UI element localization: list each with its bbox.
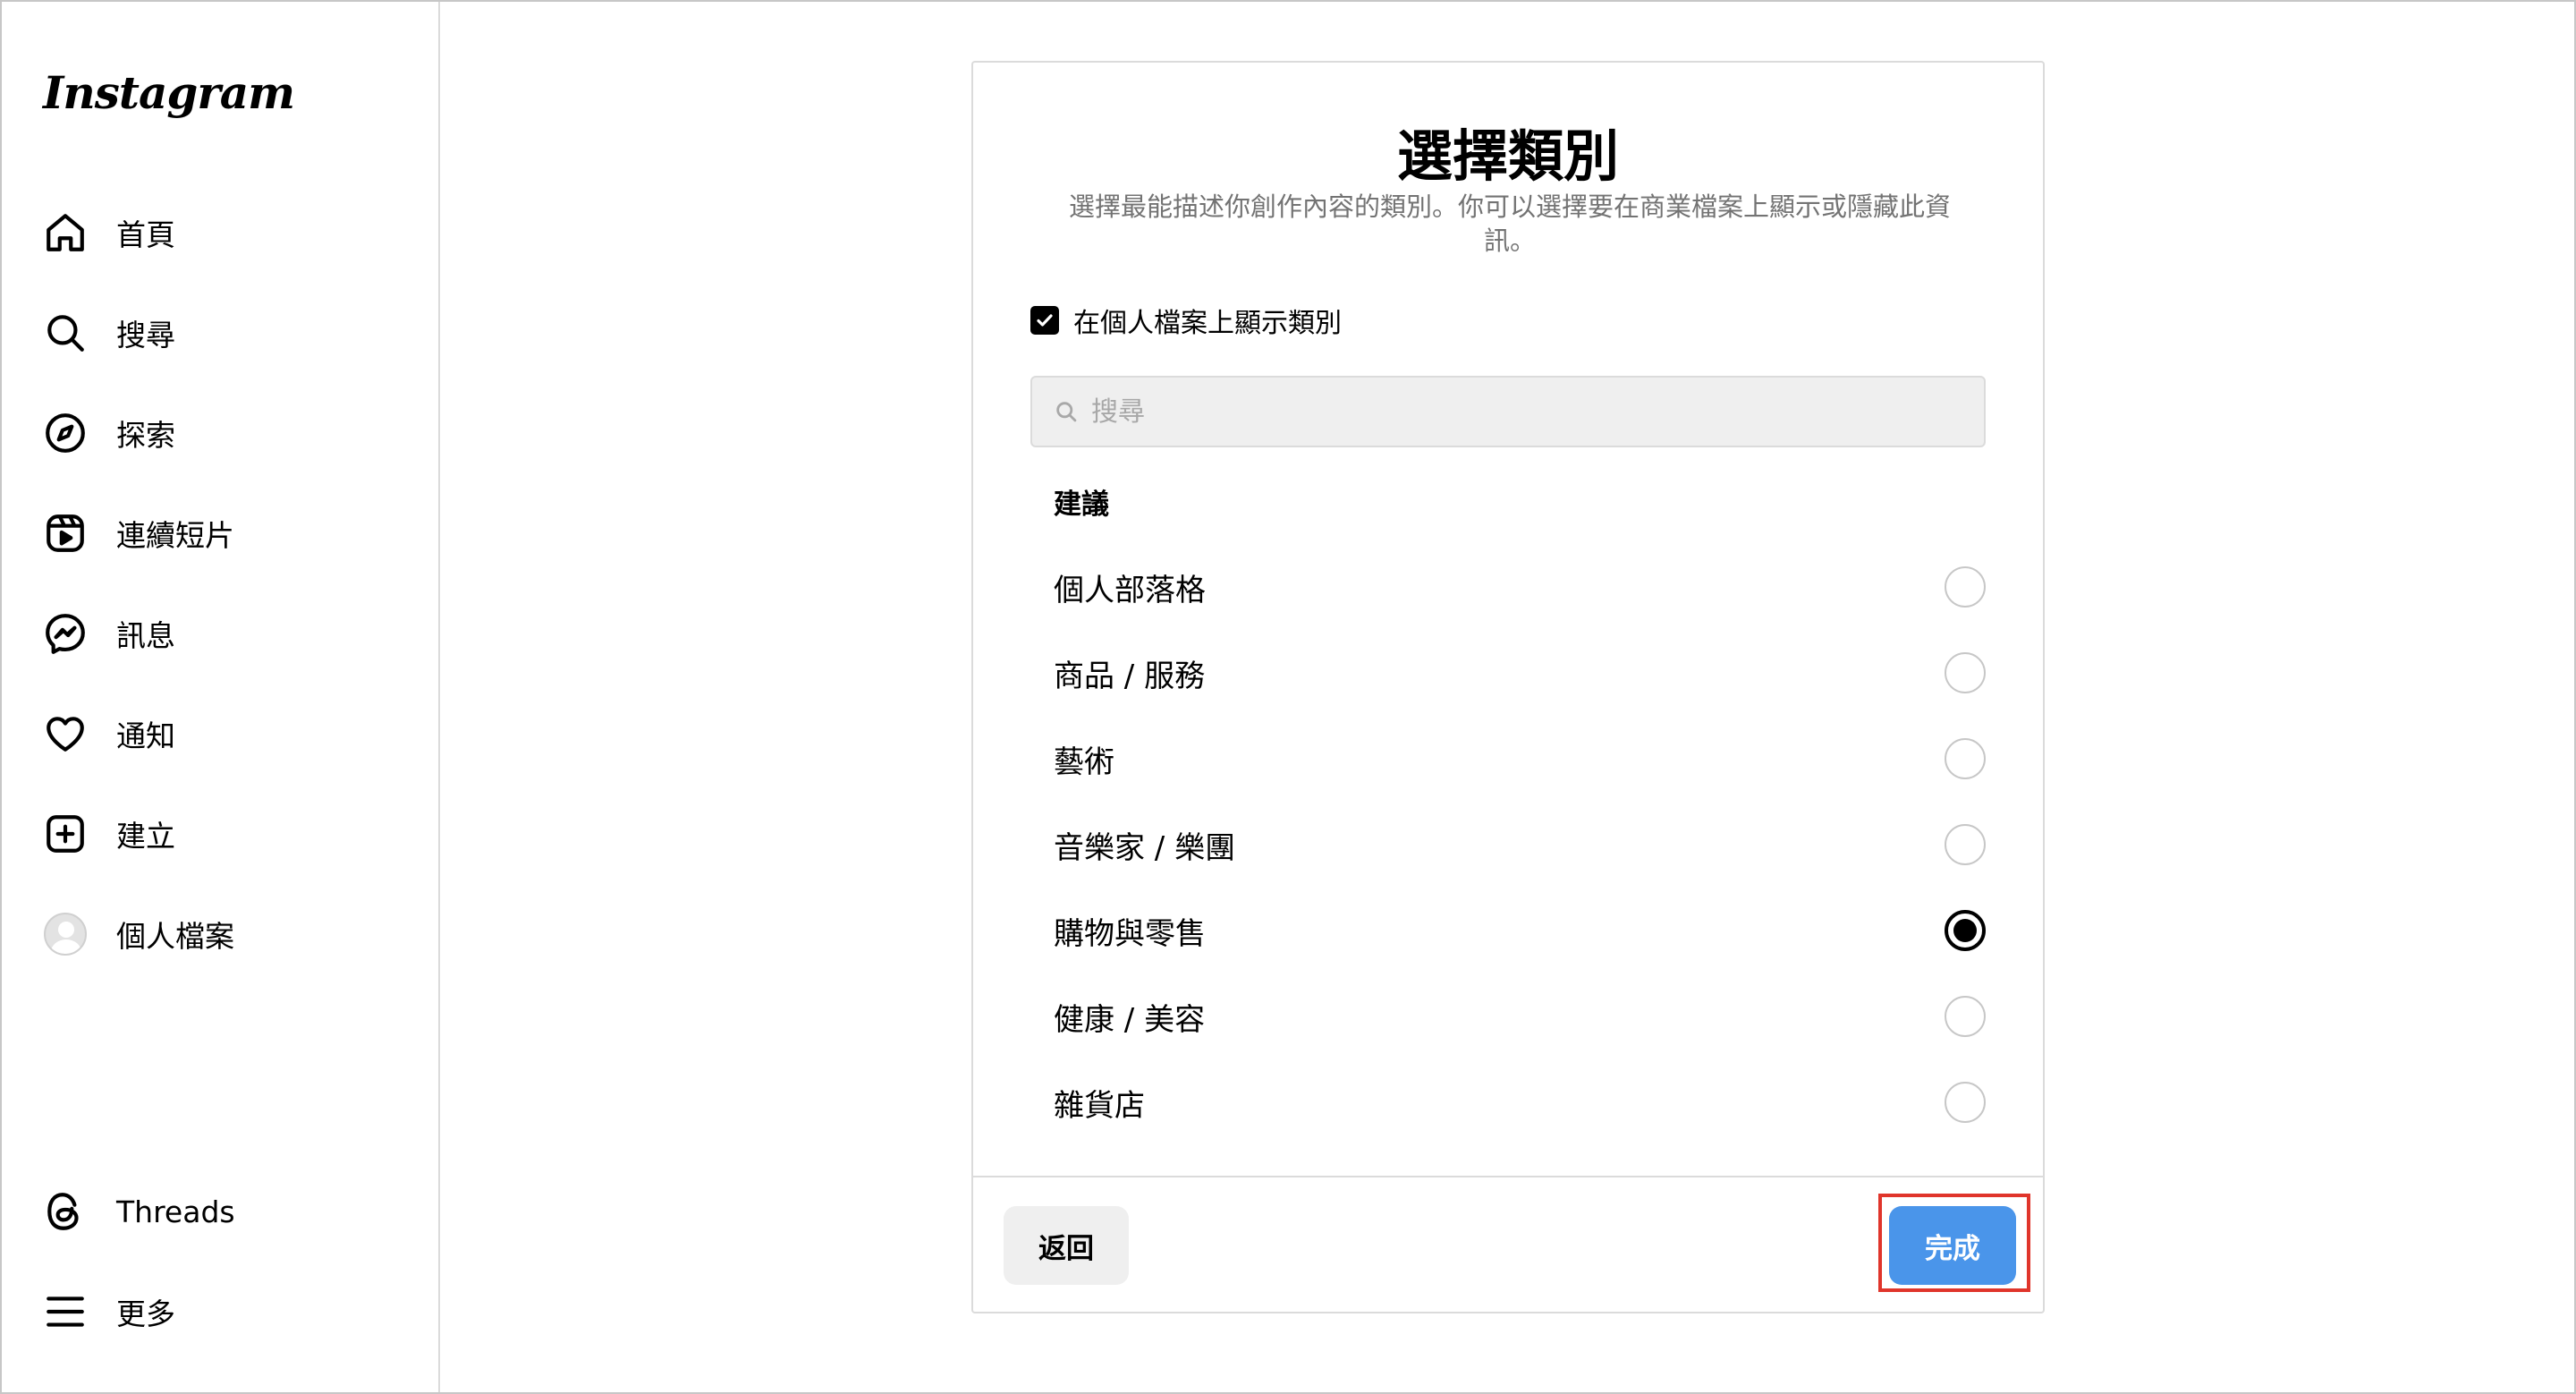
sidebar-item-messages[interactable]: 訊息 [41, 601, 417, 666]
category-option-label: 雜貨店 [1054, 1087, 1145, 1124]
category-radio[interactable] [1945, 652, 1986, 693]
category-option[interactable]: 音樂家 / 樂團 [1054, 809, 1986, 880]
sidebar: Instagram 首頁 搜尋 探索 連續短片 訊息 通知 建立 個人檔案 Th… [2, 2, 440, 1392]
sidebar-item-label: 更多 [116, 1296, 175, 1331]
menu-icon [41, 1288, 89, 1336]
home-icon [41, 208, 89, 257]
messenger-icon [41, 609, 89, 658]
category-radio[interactable] [1945, 566, 1986, 608]
show-category-toggle[interactable]: 在個人檔案上顯示類別 [1030, 301, 1342, 340]
category-option[interactable]: 健康 / 美容 [1054, 981, 1986, 1052]
sidebar-item-more[interactable]: 更多 [41, 1279, 417, 1344]
sidebar-item-search[interactable]: 搜尋 [41, 301, 417, 365]
category-radio[interactable] [1945, 910, 1986, 951]
plus-square-icon [41, 810, 89, 858]
threads-icon [41, 1187, 89, 1236]
sidebar-item-profile[interactable]: 個人檔案 [41, 902, 417, 966]
category-option-label: 個人部落格 [1054, 572, 1206, 608]
back-button[interactable]: 返回 [1004, 1206, 1129, 1285]
category-option-label: 商品 / 服務 [1054, 658, 1206, 694]
category-radio[interactable] [1945, 738, 1986, 779]
category-option-label: 音樂家 / 樂團 [1054, 829, 1236, 866]
sidebar-item-reels[interactable]: 連續短片 [41, 501, 417, 565]
sidebar-item-label: 連續短片 [116, 518, 234, 553]
sidebar-item-create[interactable]: 建立 [41, 802, 417, 866]
category-option[interactable]: 個人部落格 [1054, 551, 1986, 623]
sidebar-item-label: 通知 [116, 718, 175, 753]
category-option[interactable]: 商品 / 服務 [1054, 637, 1986, 709]
category-option[interactable]: 雜貨店 [1054, 1067, 1986, 1138]
sidebar-item-home[interactable]: 首頁 [41, 200, 417, 265]
category-option-label: 藝術 [1054, 744, 1114, 780]
select-category-dialog: 選擇類別 選擇最能描述你創作內容的類別。你可以選擇要在商業檔案上顯示或隱藏此資訊… [971, 61, 2045, 1313]
avatar [44, 913, 87, 956]
category-search-input[interactable] [1091, 395, 1950, 428]
footer-divider [973, 1176, 2043, 1177]
category-search-box[interactable] [1030, 376, 1986, 447]
category-radio[interactable] [1945, 1082, 1986, 1123]
app-window: Instagram 首頁 搜尋 探索 連續短片 訊息 通知 建立 個人檔案 Th… [0, 0, 2576, 1394]
sidebar-item-explore[interactable]: 探索 [41, 401, 417, 465]
category-option-label: 購物與零售 [1054, 915, 1206, 952]
category-option[interactable]: 藝術 [1054, 723, 1986, 795]
sidebar-item-label: 搜尋 [116, 318, 175, 353]
suggestions-heading: 建議 [1054, 489, 1109, 521]
category-radio[interactable] [1945, 996, 1986, 1037]
instagram-logo[interactable]: Instagram [43, 66, 295, 119]
sidebar-item-label: Threads [116, 1194, 235, 1229]
category-option-label: 健康 / 美容 [1054, 1001, 1206, 1038]
done-button[interactable]: 完成 [1889, 1206, 2016, 1285]
sidebar-item-label: 首頁 [116, 217, 175, 252]
category-radio[interactable] [1945, 824, 1986, 865]
dialog-title: 選擇類別 [1396, 123, 1619, 189]
sidebar-item-label: 探索 [116, 418, 175, 453]
avatar-icon [41, 910, 89, 958]
category-option[interactable]: 購物與零售 [1054, 895, 1986, 966]
show-category-label: 在個人檔案上顯示類別 [1073, 308, 1342, 339]
search-icon [1056, 402, 1077, 422]
reels-icon [41, 509, 89, 557]
heart-icon [41, 710, 89, 758]
sidebar-item-label: 建立 [116, 819, 175, 854]
checkmark-icon [1037, 314, 1053, 327]
sidebar-item-threads[interactable]: Threads [41, 1179, 417, 1244]
dialog-subtitle: 選擇最能描述你創作內容的類別。你可以選擇要在商業檔案上顯示或隱藏此資訊。 [1068, 191, 1951, 256]
sidebar-item-label: 個人檔案 [116, 919, 234, 954]
sidebar-item-label: 訊息 [116, 618, 175, 653]
show-category-checkbox[interactable] [1030, 306, 1059, 335]
sidebar-item-notifications[interactable]: 通知 [41, 701, 417, 766]
search-icon [41, 309, 89, 357]
compass-icon [41, 409, 89, 457]
